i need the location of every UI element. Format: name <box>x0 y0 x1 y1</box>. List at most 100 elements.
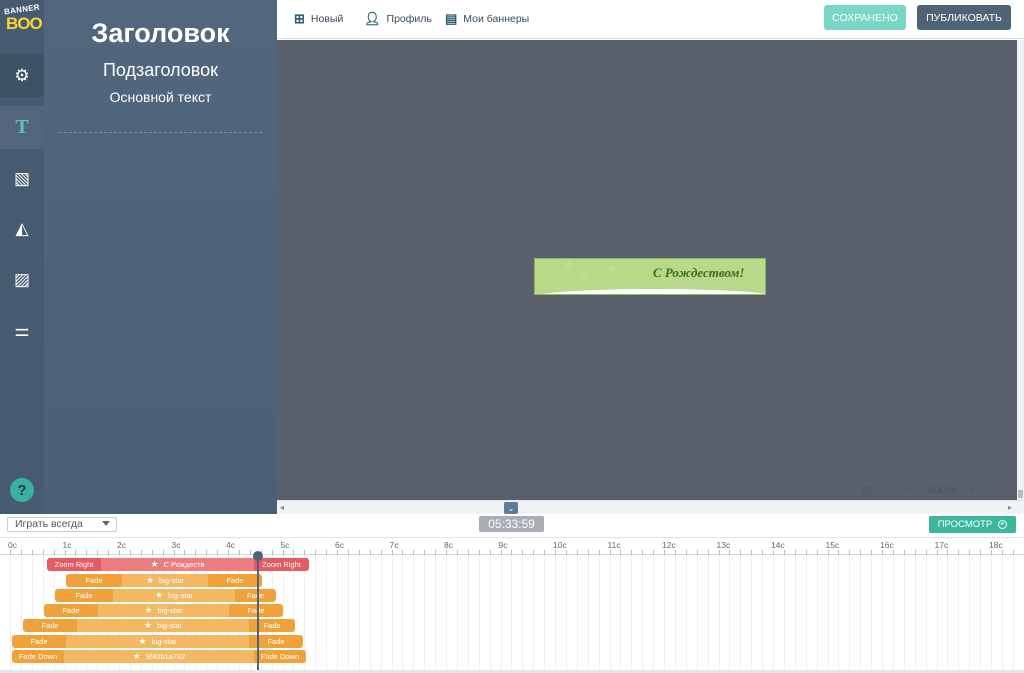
out-animation-segment[interactable]: Fade <box>249 619 295 632</box>
zoom-in-button[interactable]: + <box>970 484 976 496</box>
star-icon: ★ <box>132 651 141 661</box>
layer-duration-segment[interactable]: ★ big-star <box>98 604 229 617</box>
preview-label: ПРОСМОТР <box>937 519 993 530</box>
banner-preview[interactable]: ✩ ✩ ✩ С Рождеством! <box>534 258 766 295</box>
ruler-tick-label: 0c <box>8 540 17 550</box>
chevron-down-icon: ⌄ <box>507 503 515 513</box>
in-animation-segment[interactable]: Fade Down <box>12 650 64 663</box>
fit-icon[interactable]: ⊡ <box>862 484 871 497</box>
my-banners-button[interactable]: ▤ Мои баннеры <box>445 10 529 28</box>
timeline-track[interactable]: Fade ★ big-star Fade <box>0 619 1024 632</box>
scroll-right-icon[interactable]: ▸ <box>1008 503 1012 512</box>
out-animation-segment[interactable]: Fade Down <box>254 650 306 663</box>
fullscreen-icon[interactable]: ⛶ <box>885 484 893 497</box>
star-icon: ★ <box>145 575 155 585</box>
in-animation-segment[interactable]: Fade <box>44 604 98 617</box>
preview-button[interactable]: ПРОСМОТР ▸ <box>929 516 1016 533</box>
ruler-tick-label: 10c <box>553 540 567 550</box>
in-animation-segment[interactable]: Zoom Right <box>47 558 101 571</box>
layer-duration-segment[interactable]: ★ big-star <box>122 574 208 587</box>
saved-button[interactable]: СОХРАНЕНО <box>824 5 906 30</box>
play-circle-icon: ▸ <box>998 520 1008 529</box>
play-mode-select[interactable]: Играть всегда <box>7 517 117 532</box>
profile-label: Профиль <box>386 13 432 25</box>
add-subheading-option[interactable]: Подзаголовок <box>44 60 277 81</box>
layer-name: big-star <box>168 591 194 600</box>
out-animation-segment[interactable]: Fade <box>208 574 262 587</box>
new-button[interactable]: ⊞ Новый <box>294 10 343 28</box>
timeline-track[interactable]: Fade ★ big-star Fade <box>0 574 1024 587</box>
vertical-scroll-thumb[interactable] <box>1018 490 1023 498</box>
in-animation-segment[interactable]: Fade <box>55 589 113 602</box>
horizontal-scrollbar[interactable]: ◂ ▸ <box>277 500 1024 514</box>
top-toolbar: ⊞ Новый 👤︎ Профиль ▤ Мои баннеры СОХРАНЕ… <box>277 0 1024 39</box>
settings-button[interactable]: ⚙ <box>0 54 44 97</box>
background-tool-button[interactable]: ▧ <box>0 157 44 200</box>
ruler-tick-label: 18c <box>989 540 1003 550</box>
in-animation-segment[interactable]: Fade <box>23 619 77 632</box>
add-heading-option[interactable]: Заголовок <box>44 18 277 49</box>
logo[interactable]: BANNER BOO <box>2 3 43 37</box>
star-icon: ★ <box>138 636 147 646</box>
zoom-out-button[interactable]: − <box>907 484 913 496</box>
timeline-track[interactable]: Fade ★ big-star Fade <box>0 635 1024 648</box>
text-tool-button[interactable]: T <box>0 106 44 149</box>
vertical-scrollbar[interactable] <box>1017 40 1024 500</box>
in-animation-segment[interactable]: Fade <box>66 574 122 587</box>
layer-duration-segment[interactable]: ★ big-star <box>77 619 249 632</box>
layer-name: 9f40b1a782 <box>145 652 186 661</box>
icon-rail: BANNER BOO ⚙ T ▧ ◭ ▨ ⚌ ? <box>0 0 44 514</box>
layer-name: big-star <box>157 606 183 615</box>
ruler-tick-label: 7c <box>389 540 399 550</box>
ruler-tick-label: 17c <box>934 540 949 550</box>
timeline-track[interactable]: Zoom Right ★ С Рождеств Zoom Right <box>0 558 1024 571</box>
images-tool-button[interactable]: ▨ <box>0 258 44 301</box>
publish-button[interactable]: ПУБЛИКОВАТЬ <box>917 5 1011 30</box>
collapse-timeline-button[interactable]: ⌄ <box>504 502 518 514</box>
ruler-tick-label: 6c <box>335 540 344 550</box>
out-animation-segment[interactable]: Fade <box>235 589 276 602</box>
star-icon: ★ <box>143 620 153 630</box>
in-animation-segment[interactable]: Fade <box>12 635 66 648</box>
banner-text[interactable]: С Рождеством! <box>653 265 744 281</box>
ruler-tick-label: 12c <box>662 540 676 550</box>
scroll-left-icon[interactable]: ◂ <box>280 503 284 512</box>
ruler-tick-label: 11c <box>607 540 621 550</box>
layer-duration-segment[interactable]: ★ big-star <box>113 589 235 602</box>
star-icon: ★ <box>154 590 164 600</box>
gear-icon: ⚙ <box>14 65 30 85</box>
layout-icon: ▤ <box>445 11 458 26</box>
playhead-line[interactable] <box>257 559 259 673</box>
ruler-tick-label: 4c <box>226 540 235 550</box>
shapes-tool-button[interactable]: ◭ <box>0 207 44 250</box>
out-animation-segment[interactable]: Fade <box>229 604 283 617</box>
profile-button[interactable]: 👤︎ Профиль <box>364 10 432 28</box>
timeline-track[interactable]: Fade ★ big-star Fade <box>0 604 1024 617</box>
banner-editor: BANNER BOO ⚙ T ▧ ◭ ▨ ⚌ ? Заголовок Подза… <box>0 0 1024 673</box>
ruler-tick-label: 14c <box>771 540 785 550</box>
star-decoration: ✩ <box>608 264 617 275</box>
logo-bottom-text: BOO <box>6 14 43 33</box>
new-label: Новый <box>310 13 344 25</box>
timeline-track[interactable]: Fade ★ big-star Fade <box>0 589 1024 602</box>
adjust-tool-button[interactable]: ⚌ <box>0 309 44 352</box>
ruler-tick-label: 9c <box>498 540 508 550</box>
add-body-text-option[interactable]: Основной текст <box>44 89 277 105</box>
ruler-tick-label: 13c <box>716 540 731 550</box>
star-decoration: ✩ <box>580 272 589 283</box>
plus-icon: ⊞ <box>294 11 305 26</box>
layer-duration-segment[interactable]: ★ С Рождеств <box>101 558 254 571</box>
layer-duration-segment[interactable]: ★ big-star <box>66 635 249 648</box>
star-icon: ★ <box>150 559 159 569</box>
ruler-tick-label: 2c <box>117 540 126 550</box>
help-button[interactable]: ? <box>10 478 34 502</box>
timeline-track[interactable]: Fade Down ★ 9f40b1a782 Fade Down <box>0 650 1024 663</box>
ruler-tick-label: 8c <box>444 540 453 550</box>
playhead-handle[interactable] <box>253 551 263 561</box>
out-animation-segment[interactable]: Zoom Right <box>254 558 309 571</box>
ruler-tick-label: 5c <box>280 540 290 550</box>
layer-name: С Рождеств <box>163 560 205 569</box>
timeline-ruler[interactable]: 0c 1c 2c 3c 4c 5c 6c 7c 8c 9c 10c 11c 12c 13c 14c 15c 16… <box>0 538 1024 555</box>
layer-duration-segment[interactable]: ★ 9f40b1a782 <box>64 650 254 663</box>
text-panel: Заголовок Подзаголовок Основной текст <box>44 0 277 514</box>
